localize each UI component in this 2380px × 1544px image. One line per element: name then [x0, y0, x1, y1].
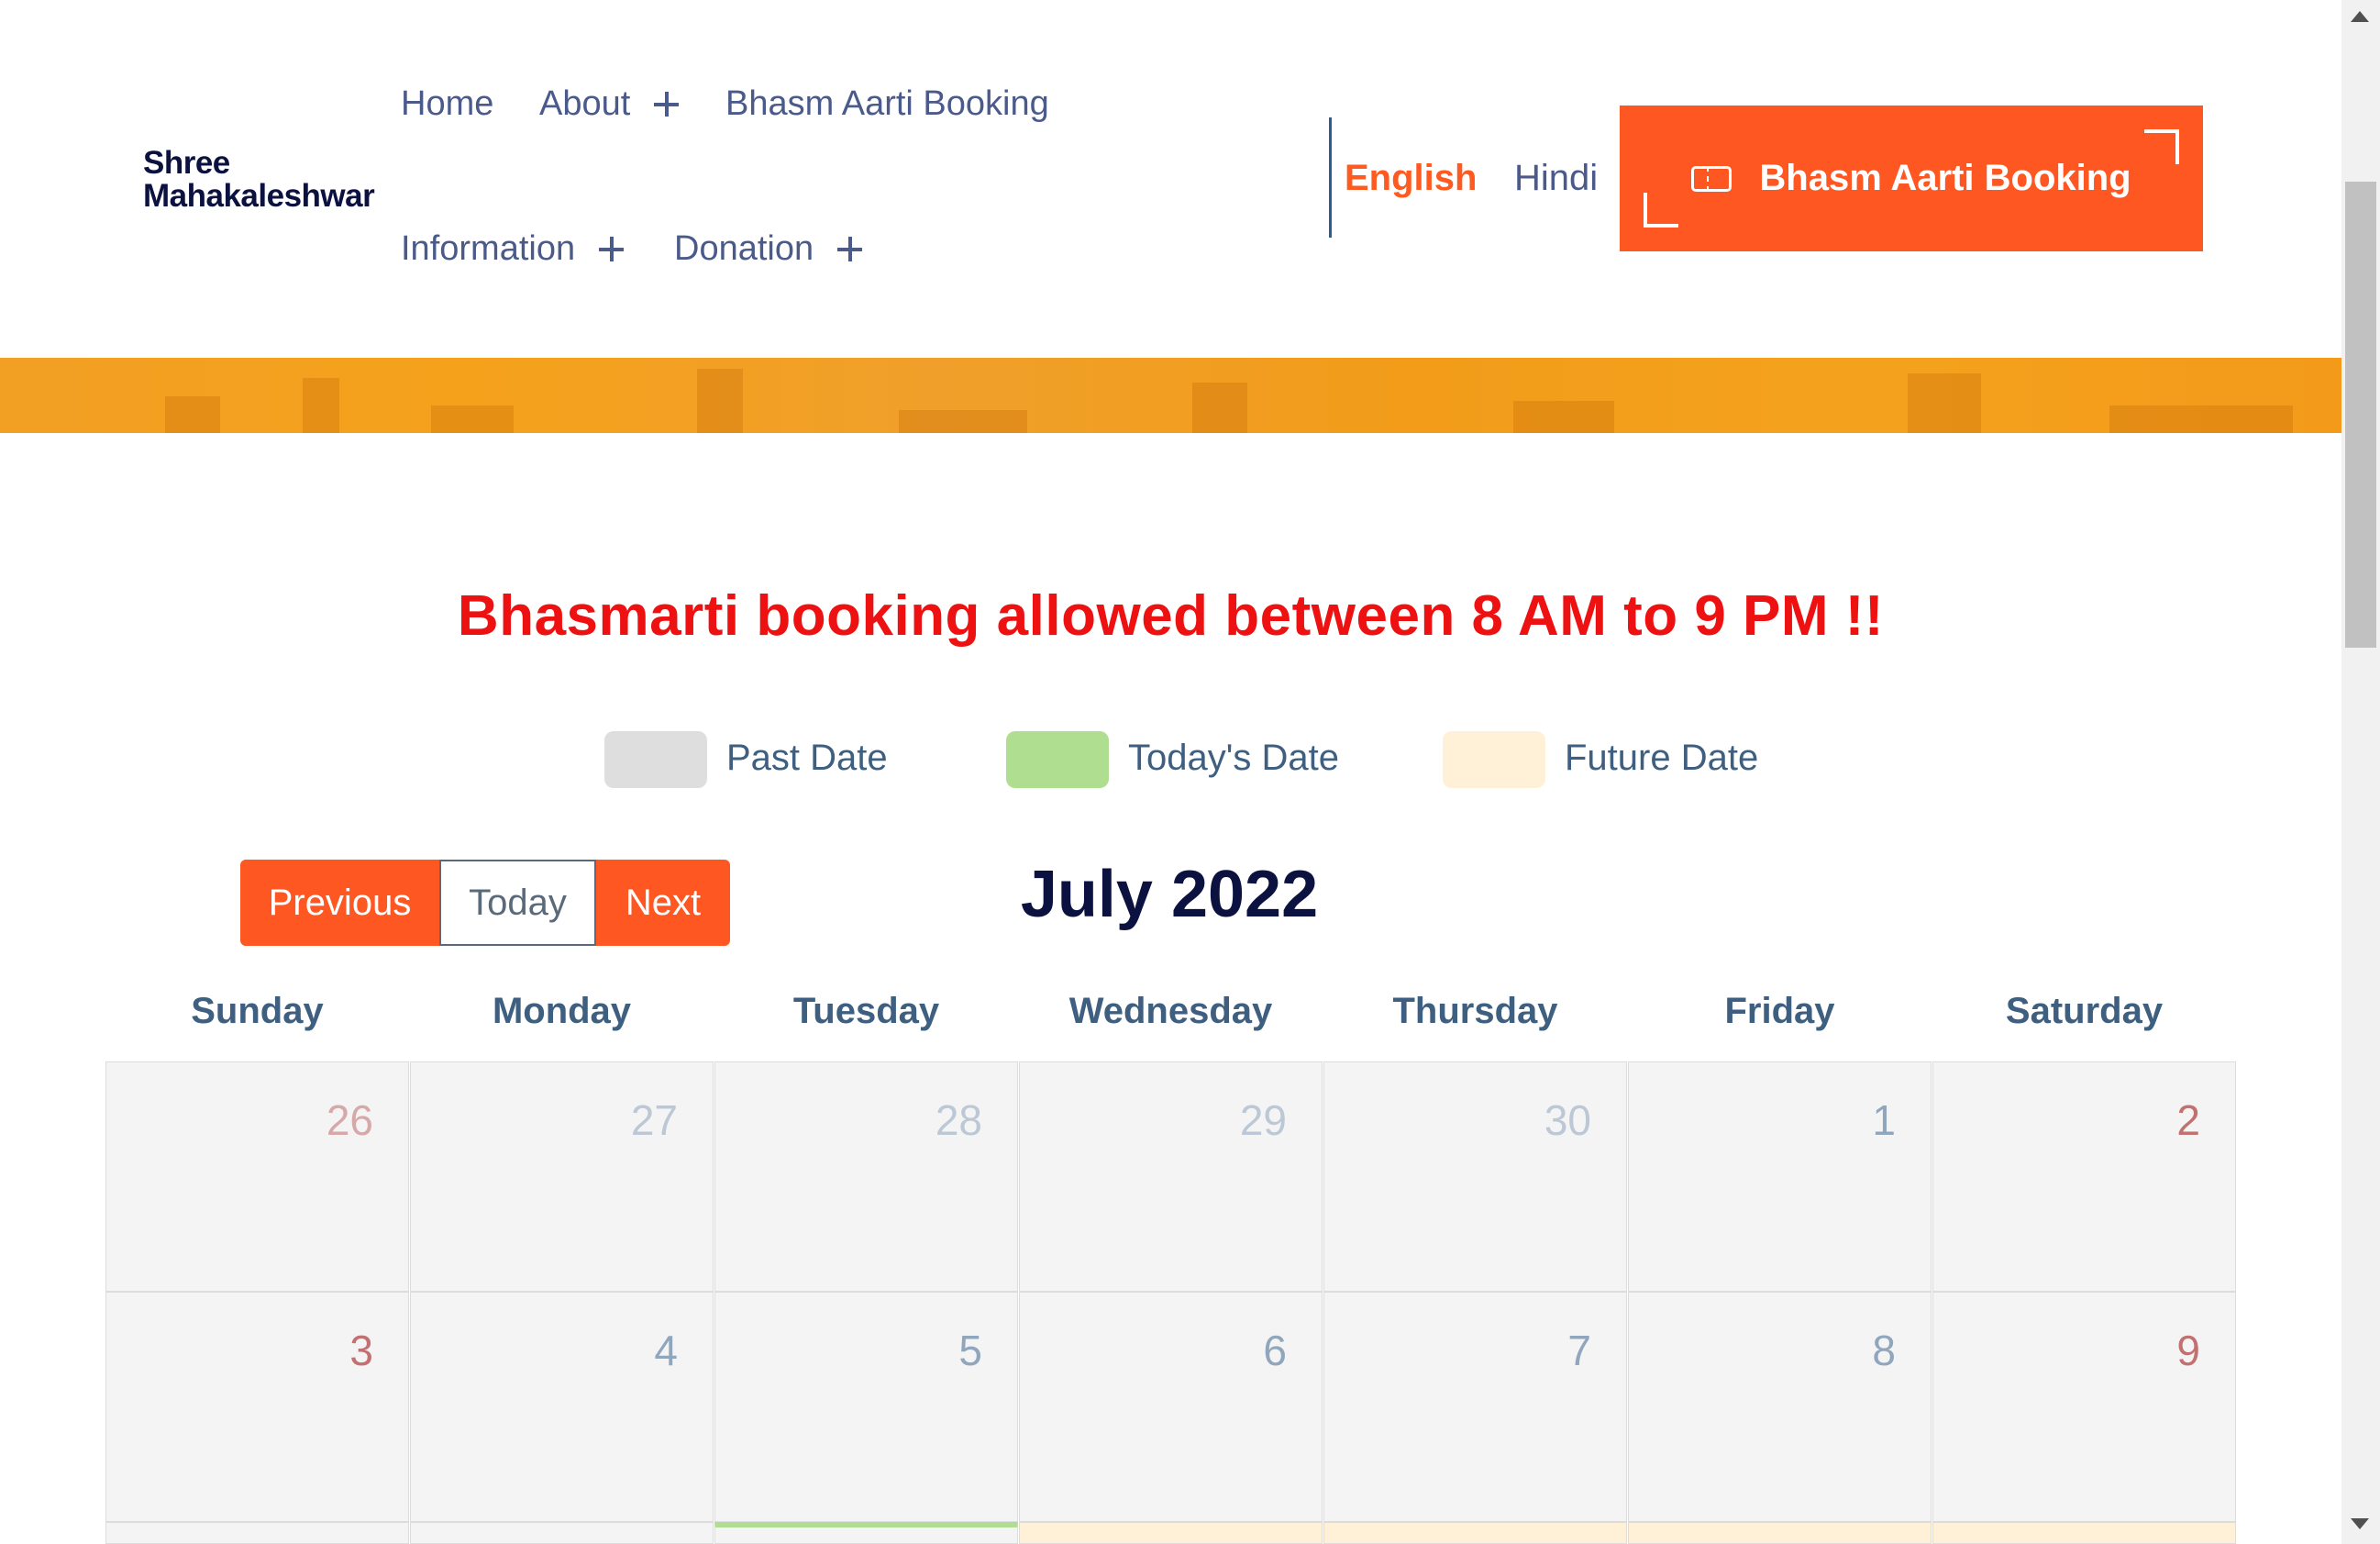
- weekday-tuesday: Tuesday: [792, 991, 940, 1031]
- day-number: 9: [2176, 1327, 2200, 1374]
- legend-swatch-past: [604, 731, 707, 788]
- scroll-down-icon[interactable]: [2351, 1518, 2369, 1529]
- lang-english[interactable]: English: [1345, 158, 1477, 199]
- cta-label: Bhasm Aarti Booking: [1759, 158, 2131, 198]
- day-number: 3: [349, 1327, 373, 1374]
- day-cell[interactable]: [1628, 1522, 1932, 1544]
- day-cell[interactable]: 28: [714, 1061, 1018, 1292]
- logo-line-1: Shree: [143, 145, 230, 181]
- day-cell[interactable]: 6: [1019, 1292, 1323, 1522]
- day-cell[interactable]: [1932, 1522, 2236, 1544]
- day-cell[interactable]: 8: [1628, 1292, 1932, 1522]
- scroll-up-icon[interactable]: [2351, 11, 2369, 22]
- nav-information-label: Information: [401, 229, 576, 268]
- day-number: 27: [630, 1096, 678, 1144]
- nav-information[interactable]: Information: [401, 229, 625, 269]
- weekday-friday: Friday: [1724, 991, 1835, 1031]
- day-cell[interactable]: [1323, 1522, 1627, 1544]
- day-cell[interactable]: 9: [1932, 1292, 2236, 1522]
- nav-donation[interactable]: Donation: [674, 229, 863, 269]
- nav-donation-label: Donation: [674, 229, 814, 268]
- day-cell[interactable]: 4: [410, 1292, 714, 1522]
- day-number: 6: [1263, 1327, 1287, 1374]
- legend-label-today: Today's Date: [1128, 738, 1339, 778]
- day-number: 26: [326, 1096, 373, 1144]
- ticket-icon: [1691, 165, 1732, 192]
- weekday-monday: Monday: [492, 991, 632, 1031]
- logo-line-2: Mahakaleshwar: [143, 178, 375, 214]
- day-number: 5: [958, 1327, 982, 1374]
- day-cell[interactable]: 7: [1323, 1292, 1627, 1522]
- day-number: 1: [1872, 1096, 1896, 1144]
- day-number: 8: [1872, 1327, 1896, 1374]
- month-title: July 2022: [1020, 858, 1319, 931]
- corner-decoration: [2144, 129, 2179, 164]
- day-number: 4: [654, 1327, 678, 1374]
- today-button[interactable]: Today: [439, 860, 596, 946]
- nav-bhasm-aarti-booking[interactable]: Bhasm Aarti Booking: [725, 84, 1049, 124]
- day-cell[interactable]: 2: [1932, 1061, 2236, 1292]
- calendar-nav-buttons: Previous Today Next: [240, 860, 730, 946]
- day-cell[interactable]: 29: [1019, 1061, 1323, 1292]
- corner-decoration: [1644, 193, 1678, 228]
- day-cell[interactable]: 26: [105, 1061, 409, 1292]
- nav-home[interactable]: Home: [401, 84, 493, 124]
- booking-notice: Bhasmarti booking allowed between 8 AM t…: [457, 584, 1885, 648]
- day-cell[interactable]: 1: [1628, 1061, 1932, 1292]
- lang-hindi[interactable]: Hindi: [1514, 158, 1598, 199]
- day-cell[interactable]: 3: [105, 1292, 409, 1522]
- day-number: 28: [935, 1096, 982, 1144]
- nav-about[interactable]: About: [539, 84, 680, 124]
- day-cell[interactable]: 5: [714, 1292, 1018, 1522]
- next-button[interactable]: Next: [596, 860, 730, 946]
- legend-label-future: Future Date: [1565, 738, 1759, 778]
- weekday-thursday: Thursday: [1392, 991, 1558, 1031]
- day-number: 2: [2176, 1096, 2200, 1144]
- day-cell[interactable]: 30: [1323, 1061, 1627, 1292]
- nav-home-label: Home: [401, 84, 494, 123]
- legend-label-past: Past Date: [726, 738, 888, 778]
- day-cell-today[interactable]: [714, 1522, 1018, 1544]
- site-logo[interactable]: Shree Mahakaleshwar: [143, 145, 375, 214]
- nav-bhasm-aarti-label: Bhasm Aarti Booking: [725, 84, 1049, 123]
- day-number: 29: [1239, 1096, 1287, 1144]
- expand-plus-icon[interactable]: [654, 92, 680, 117]
- expand-plus-icon[interactable]: [599, 237, 625, 261]
- day-number: 7: [1567, 1327, 1591, 1374]
- expand-plus-icon[interactable]: [837, 237, 863, 261]
- bhasm-aarti-booking-button[interactable]: Bhasm Aarti Booking: [1620, 106, 2203, 251]
- nav-about-label: About: [539, 84, 631, 123]
- legend-swatch-future: [1443, 731, 1545, 788]
- legend-swatch-today: [1006, 731, 1109, 788]
- weekday-wednesday: Wednesday: [1068, 991, 1273, 1031]
- day-cell[interactable]: [105, 1522, 409, 1544]
- header-divider: [1329, 117, 1332, 238]
- previous-button[interactable]: Previous: [240, 860, 439, 946]
- day-number: 30: [1544, 1096, 1591, 1144]
- scrollbar-thumb[interactable]: [2345, 182, 2376, 648]
- weekday-sunday: Sunday: [191, 991, 324, 1031]
- day-cell[interactable]: [410, 1522, 714, 1544]
- day-cell[interactable]: 27: [410, 1061, 714, 1292]
- weekday-saturday: Saturday: [2005, 991, 2164, 1031]
- day-cell[interactable]: [1019, 1522, 1323, 1544]
- page-banner: [0, 358, 2341, 433]
